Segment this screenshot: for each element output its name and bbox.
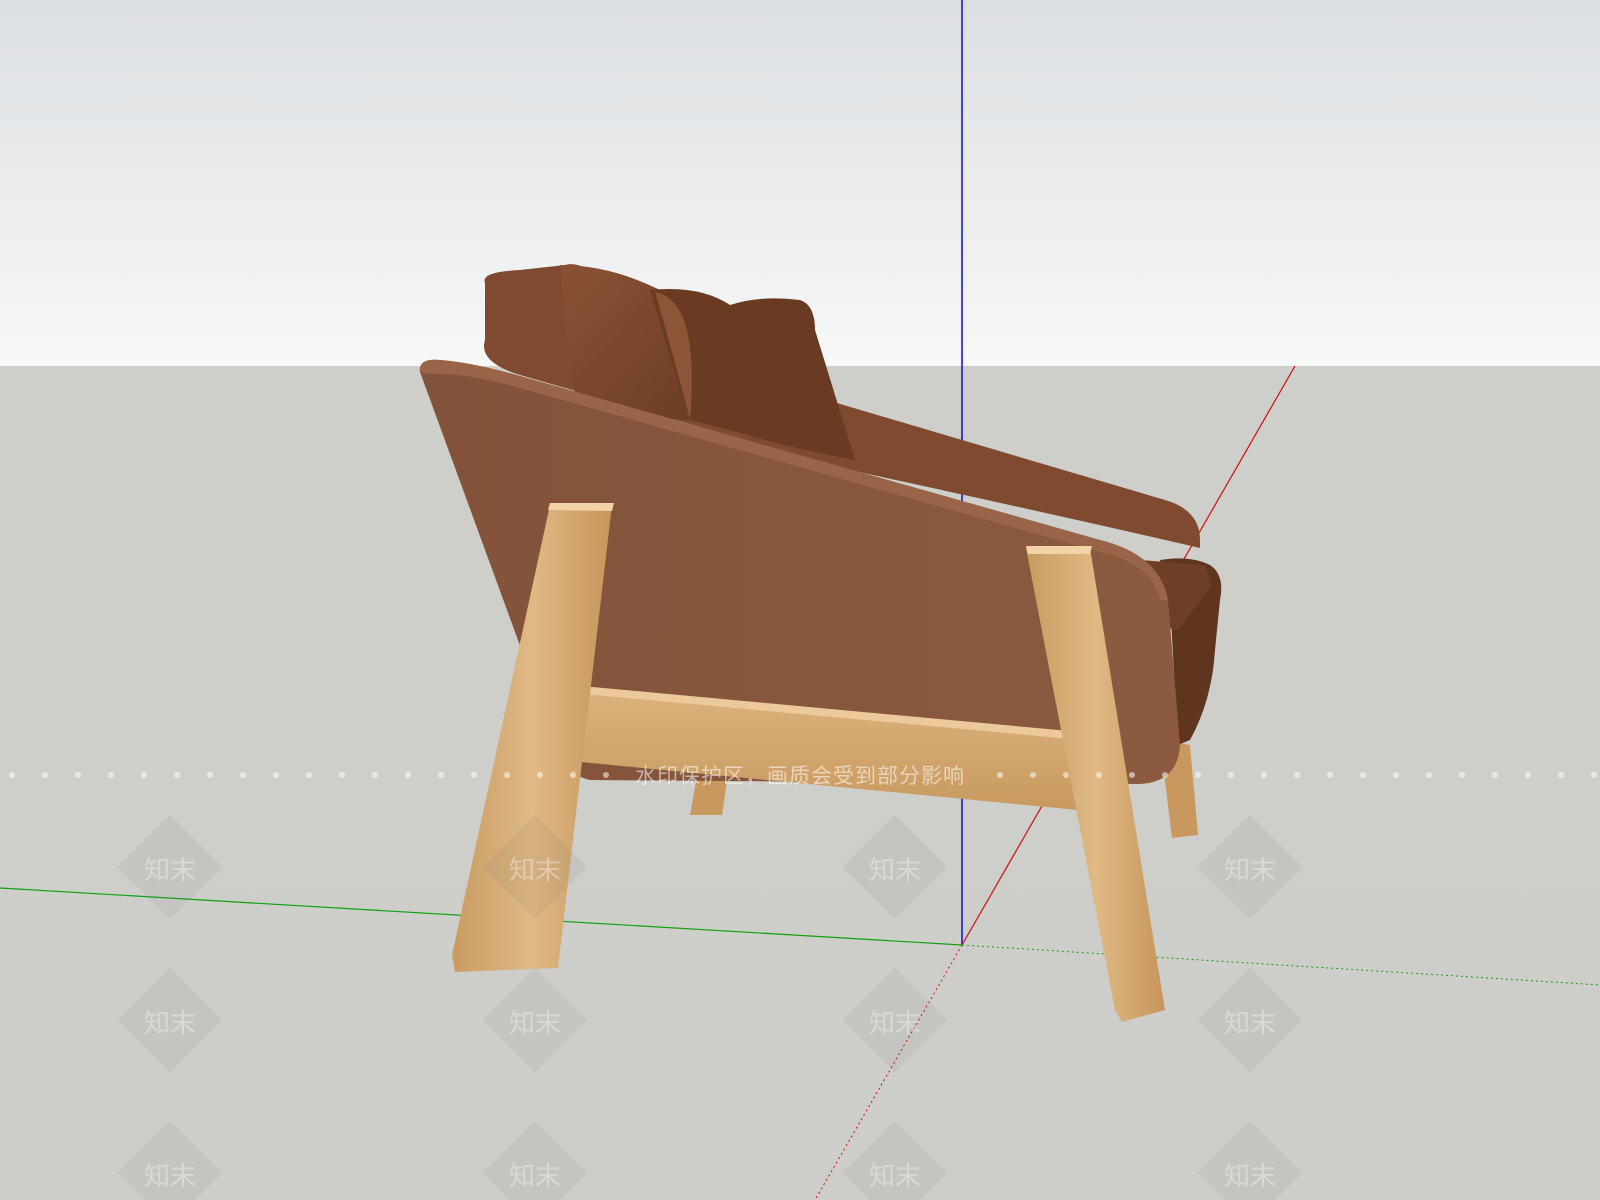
scene-canvas[interactable]	[0, 0, 1600, 1200]
front-right-leg-top	[1026, 546, 1092, 554]
front-left-leg-top	[548, 503, 614, 511]
3d-viewport[interactable]: 知末 知末 知末 知末 知末 知末 知末 知末 知末 知末 知末 知末 水印保护…	[0, 0, 1600, 1200]
